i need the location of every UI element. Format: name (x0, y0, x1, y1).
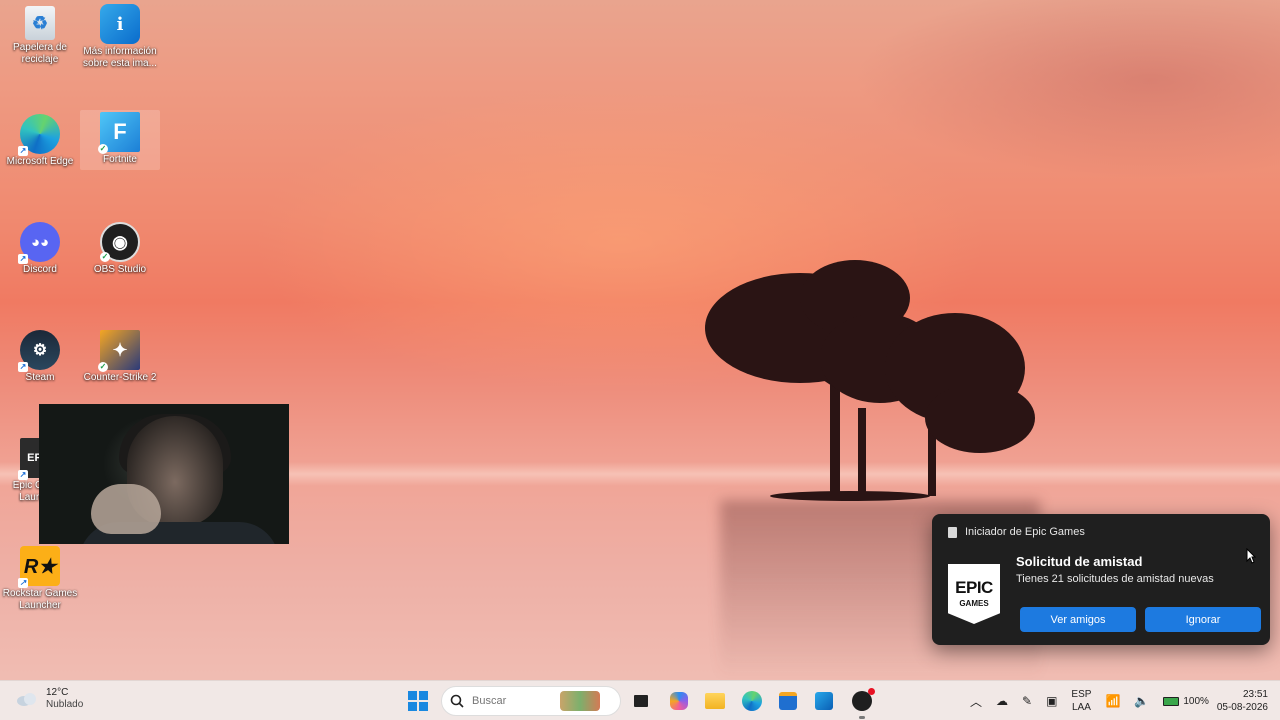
sync-check-icon: ✓ (100, 252, 110, 262)
weather-widget[interactable]: 12°C Nublado (16, 687, 83, 711)
mouse-cursor-icon (1246, 548, 1256, 564)
sync-check-icon: ✓ (98, 362, 108, 372)
volume-icon[interactable]: 🔈 (1134, 694, 1149, 708)
language-indicator[interactable]: ESP LAA (1071, 688, 1091, 714)
shortcut-arrow-icon: ↗ (18, 362, 28, 372)
obs-icon: ◉ ✓ (100, 222, 140, 262)
battery-icon (1163, 696, 1180, 706)
desktop-icon-label: Más información sobre esta ima... (83, 46, 157, 69)
active-app-indicator (859, 716, 865, 719)
search-input[interactable] (472, 695, 562, 707)
task-view-icon (634, 695, 648, 707)
cloud-icon (17, 693, 36, 706)
desktop-icon-label: Microsoft Edge (6, 156, 74, 167)
language-secondary: LAA (1071, 702, 1091, 713)
desktop-icon-label: Fortnite (103, 154, 137, 165)
desktop-icon-label: Discord (23, 264, 57, 275)
logo-text-games: GAMES (959, 599, 989, 608)
task-view-button[interactable] (629, 689, 653, 713)
epic-mini-icon (948, 526, 957, 538)
shortcut-arrow-icon: ↗ (18, 146, 28, 156)
pen-input-icon[interactable]: ✎ (1022, 694, 1032, 708)
wifi-icon[interactable]: 📶 (1105, 694, 1120, 708)
tray-overflow-chevron-icon[interactable]: ︿ (970, 693, 982, 710)
desktop-icon-recycle-bin[interactable]: ♻ Papelera de reciclaje (0, 6, 80, 66)
taskbar: 12°C Nublado Buscar ︿ ☁ ✎ ▣ ESP LAA 📶 🔈 … (0, 680, 1280, 720)
shortcut-arrow-icon: ↗ (18, 578, 28, 588)
desktop-icon-discord[interactable]: ◕◕ ↗ Discord (0, 222, 80, 276)
desktop-icon-label: OBS Studio (93, 264, 147, 275)
obs-icon (852, 688, 875, 711)
desktop-icon-label: Papelera de reciclaje (13, 42, 67, 65)
fortnite-icon: F ✓ (98, 112, 140, 154)
spotlight-info-icon: i (100, 4, 140, 44)
search-icon (450, 694, 464, 708)
desktop-icon-rockstar[interactable]: R★ ↗ Rockstar Games Launcher (0, 546, 80, 612)
desktop-icon-edge[interactable]: ↗ Microsoft Edge (0, 114, 80, 168)
start-button[interactable] (406, 689, 430, 713)
weather-condition: Nublado (46, 699, 84, 710)
epic-games-logo-icon: EPIC GAMES (948, 564, 1000, 624)
desktop-icon-steam[interactable]: ⚙ ↗ Steam (0, 330, 80, 384)
notification-title: Solicitud de amistad (1016, 554, 1143, 569)
store-icon (779, 692, 797, 710)
onedrive-icon[interactable]: ☁ (996, 694, 1008, 708)
weather-temperature: 12°C (46, 687, 69, 698)
webcam-overlay (39, 404, 289, 544)
taskbar-search[interactable] (441, 686, 621, 716)
outlook-button[interactable] (812, 689, 836, 713)
shortcut-arrow-icon: ↗ (18, 470, 28, 480)
cs2-icon: ✦ ✓ (98, 330, 140, 372)
recording-dot-icon (868, 688, 875, 695)
wallpaper-trees (705, 260, 1035, 501)
copilot-button[interactable] (667, 689, 691, 713)
logo-text-epic: EPIC (955, 578, 993, 597)
system-clock[interactable]: 23:51 05-08-2026 (1217, 688, 1268, 714)
battery-percent: 100% (1183, 695, 1209, 707)
webcam-person-hand (91, 484, 161, 534)
desktop-icon-fortnite[interactable]: F ✓ Fortnite (80, 110, 160, 170)
outlook-icon (815, 692, 833, 710)
desktop-icon-obs[interactable]: ◉ ✓ OBS Studio (80, 222, 160, 276)
system-tray: ︿ ☁ ✎ ▣ ESP LAA 📶 🔈 100% (970, 681, 1209, 720)
obs-taskbar-button[interactable] (850, 688, 875, 719)
clock-date: 05-08-2026 (1216, 702, 1268, 713)
sync-check-icon: ✓ (98, 144, 108, 154)
edge-taskbar-button[interactable] (740, 689, 764, 713)
clock-time: 23:51 (1242, 689, 1268, 700)
desktop-icon-spotlight-info[interactable]: i Más información sobre esta ima... (80, 4, 160, 70)
desktop-icon-label: Steam (25, 372, 55, 383)
folder-icon (705, 693, 725, 709)
display-icon[interactable]: ▣ (1046, 694, 1057, 708)
notification-body: Tienes 21 solicitudes de amistad nuevas (1016, 573, 1214, 585)
copilot-icon (670, 692, 688, 710)
search-highlight-image (560, 691, 600, 711)
edge-icon: ↗ (18, 114, 60, 156)
notification-app-header: Iniciador de Epic Games (948, 526, 1085, 538)
rockstar-icon: R★ ↗ (18, 546, 60, 588)
file-explorer-button[interactable] (703, 689, 727, 713)
steam-icon: ⚙ ↗ (18, 330, 60, 372)
windows-logo-icon (408, 691, 428, 711)
desktop-icon-label: Rockstar Games Launcher (2, 588, 78, 611)
desktop-icon-label: Counter-Strike 2 (83, 372, 157, 383)
desktop-icon-cs2[interactable]: ✦ ✓ Counter-Strike 2 (80, 330, 160, 384)
store-button[interactable] (776, 689, 800, 713)
language-primary: ESP (1071, 689, 1092, 700)
notification-toast[interactable]: Iniciador de Epic Games EPIC GAMES Solic… (932, 514, 1270, 645)
recycle-bin-icon: ♻ (25, 6, 55, 40)
view-friends-button[interactable]: Ver amigos (1020, 607, 1136, 632)
shortcut-arrow-icon: ↗ (18, 254, 28, 264)
discord-icon: ◕◕ ↗ (18, 222, 60, 264)
edge-icon (742, 691, 762, 711)
notification-app-name: Iniciador de Epic Games (965, 526, 1085, 538)
ignore-button[interactable]: Ignorar (1145, 607, 1261, 632)
battery-status[interactable]: 100% (1163, 696, 1209, 707)
